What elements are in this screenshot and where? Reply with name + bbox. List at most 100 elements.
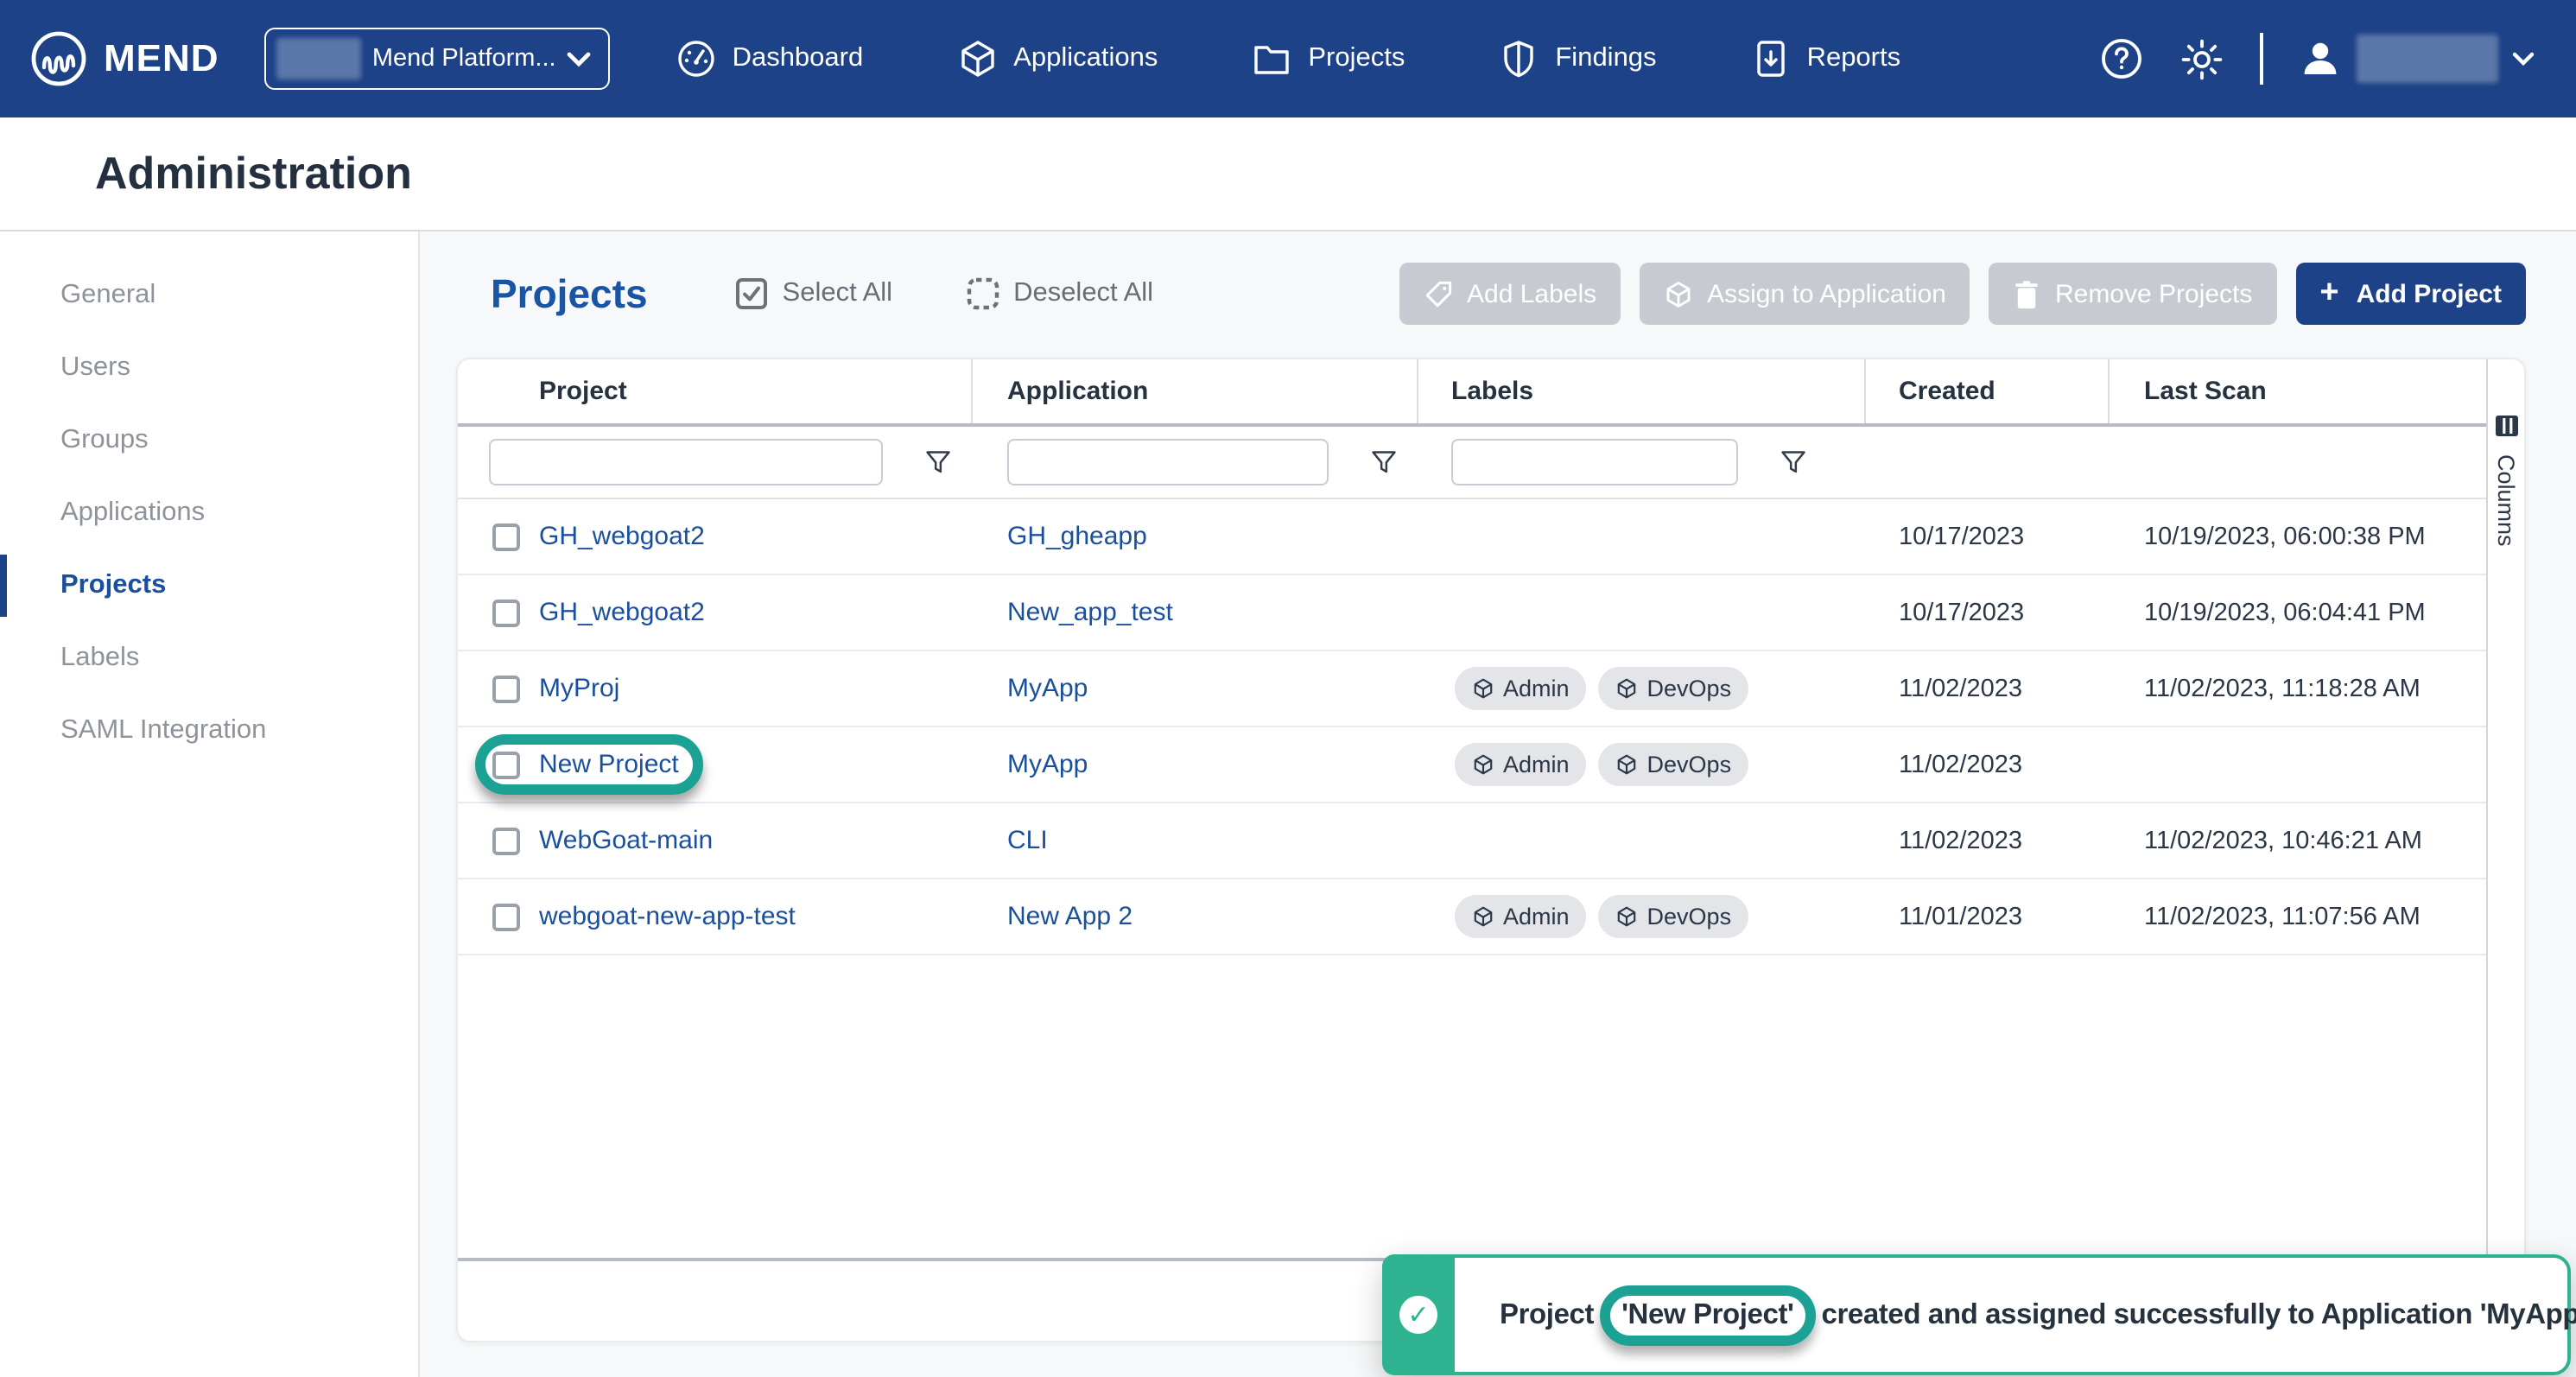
action-buttons: Add Labels Assign to Application (1399, 263, 2526, 325)
assign-to-application-label: Assign to Application (1707, 279, 1946, 308)
filter-funnel-icon[interactable] (1370, 448, 1398, 476)
filter-funnel-icon[interactable] (1780, 448, 1807, 476)
deselect-all-button[interactable]: Deselect All (965, 276, 1153, 311)
application-link[interactable]: New App 2 (1007, 902, 1133, 931)
help-icon[interactable] (2099, 36, 2144, 81)
checked-checkbox-icon (734, 276, 769, 311)
project-link[interactable]: WebGoat-main (539, 826, 713, 855)
table-header-row: Project Application Labels Created Last … (458, 359, 2486, 423)
user-avatar-icon (2298, 36, 2343, 81)
column-header-last-scan[interactable]: Last Scan (2110, 359, 2486, 423)
application-link[interactable]: MyApp (1007, 750, 1088, 779)
nav-item-reports[interactable]: Reports (1750, 38, 1901, 79)
add-labels-button[interactable]: Add Labels (1399, 263, 1621, 325)
project-link[interactable]: webgoat-new-app-test (539, 902, 796, 931)
last-scan-date: 10/19/2023, 06:00:38 PM (2144, 523, 2426, 550)
assign-to-application-button[interactable]: Assign to Application (1640, 263, 1970, 325)
redacted-org-name (276, 38, 362, 79)
toast-text-prefix: Project (1500, 1298, 1594, 1331)
remove-projects-label: Remove Projects (2055, 279, 2252, 308)
toast-text-suffix: created and assigned successfully to App… (1822, 1298, 2576, 1331)
label-pill[interactable]: DevOps (1599, 895, 1749, 938)
sidebar-item-label: Users (60, 352, 130, 384)
sidebar-item-groups[interactable]: Groups (0, 404, 418, 477)
last-scan-date: 11/02/2023, 10:46:21 AM (2144, 827, 2422, 854)
org-selector-dropdown[interactable]: Mend Platform... (264, 28, 610, 90)
filter-funnel-icon[interactable] (924, 448, 952, 476)
mend-logo[interactable]: MEND (28, 28, 219, 90)
nav-item-label: Applications (1013, 43, 1158, 74)
label-pill[interactable]: Admin (1455, 667, 1587, 710)
project-link[interactable]: GH_webgoat2 (539, 522, 705, 551)
last-scan-date: 10/19/2023, 06:04:41 PM (2144, 599, 2426, 626)
page-header: Administration (0, 117, 2576, 232)
redacted-user-name (2357, 35, 2498, 83)
sidebar-item-label: Projects (60, 570, 166, 601)
sidebar-item-saml-integration[interactable]: SAML Integration (0, 695, 418, 767)
created-date: 11/02/2023 (1899, 827, 2022, 854)
columns-panel-toggle[interactable]: Columns (2486, 359, 2524, 1341)
mend-logo-icon (28, 28, 90, 90)
sidebar-item-labels[interactable]: Labels (0, 622, 418, 695)
column-header-labels[interactable]: Labels (1418, 359, 1866, 423)
table-row: GH_webgoat2 New_app_test 10/17/2023 10/1… (458, 575, 2486, 651)
nav-item-applications[interactable]: Applications (956, 38, 1158, 79)
created-date: 11/02/2023 (1899, 675, 2022, 702)
project-link[interactable]: MyProj (539, 674, 619, 703)
table-row-new-project: New Project MyApp Admin DevOps 11/02/202… (458, 727, 2486, 803)
created-date: 10/17/2023 (1899, 523, 2024, 550)
sidebar-item-general[interactable]: General (0, 259, 418, 332)
user-menu[interactable] (2298, 35, 2535, 83)
nav-item-label: Reports (1807, 43, 1901, 74)
row-checkbox[interactable] (492, 827, 520, 854)
page-title: Administration (95, 147, 412, 200)
navbar-right (2099, 33, 2535, 85)
nav-item-dashboard[interactable]: Dashboard (676, 38, 864, 79)
chevron-down-icon (2512, 52, 2535, 66)
navbar-divider (2260, 33, 2263, 85)
dashed-square-icon (965, 276, 999, 311)
last-scan-date: 11/02/2023, 11:18:28 AM (2144, 675, 2421, 702)
sidebar-item-label: Applications (60, 498, 205, 529)
label-pill[interactable]: Admin (1455, 895, 1587, 938)
chevron-down-icon (567, 51, 591, 67)
cube-icon (1664, 279, 1693, 308)
sidebar-item-applications[interactable]: Applications (0, 477, 418, 549)
row-checkbox[interactable] (492, 903, 520, 930)
row-checkbox[interactable] (492, 599, 520, 626)
row-checkbox[interactable] (492, 523, 520, 550)
columns-tab-label: Columns (2493, 454, 2519, 547)
column-header-created[interactable]: Created (1866, 359, 2110, 423)
application-link[interactable]: CLI (1007, 826, 1048, 855)
project-filter-input[interactable] (489, 439, 883, 485)
settings-gear-icon[interactable] (2179, 35, 2225, 82)
sidebar-item-projects[interactable]: Projects (0, 549, 418, 622)
add-project-button[interactable]: + Add Project (2295, 263, 2526, 325)
row-checkbox[interactable] (492, 675, 520, 702)
application-link[interactable]: GH_gheapp (1007, 522, 1147, 551)
project-link[interactable]: GH_webgoat2 (539, 598, 705, 627)
application-link[interactable]: New_app_test (1007, 598, 1173, 627)
column-header-application[interactable]: Application (973, 359, 1418, 423)
created-date: 10/17/2023 (1899, 599, 2024, 626)
nav-item-projects[interactable]: Projects (1251, 38, 1405, 79)
row-checkbox[interactable] (492, 751, 520, 778)
sidebar-item-users[interactable]: Users (0, 332, 418, 404)
toast-highlight-annotation: 'New Project' (1599, 1285, 1816, 1345)
sidebar-item-label: Groups (60, 425, 149, 456)
trash-icon (2014, 279, 2041, 308)
label-pill[interactable]: DevOps (1599, 667, 1749, 710)
column-header-project[interactable]: Project (458, 359, 973, 423)
application-link[interactable]: MyApp (1007, 674, 1088, 703)
project-link[interactable]: New Project (539, 750, 679, 779)
remove-projects-button[interactable]: Remove Projects (1989, 263, 2276, 325)
label-pill[interactable]: Admin (1455, 743, 1587, 786)
nav-item-findings[interactable]: Findings (1498, 38, 1656, 79)
labels-filter-input[interactable] (1451, 439, 1738, 485)
sidebar-item-label: SAML Integration (60, 715, 266, 746)
admin-sidebar: General Users Groups Applications Projec… (0, 232, 420, 1377)
label-pill[interactable]: DevOps (1599, 743, 1749, 786)
application-filter-input[interactable] (1007, 439, 1329, 485)
select-all-button[interactable]: Select All (734, 276, 893, 311)
projects-heading: Projects (491, 270, 648, 317)
